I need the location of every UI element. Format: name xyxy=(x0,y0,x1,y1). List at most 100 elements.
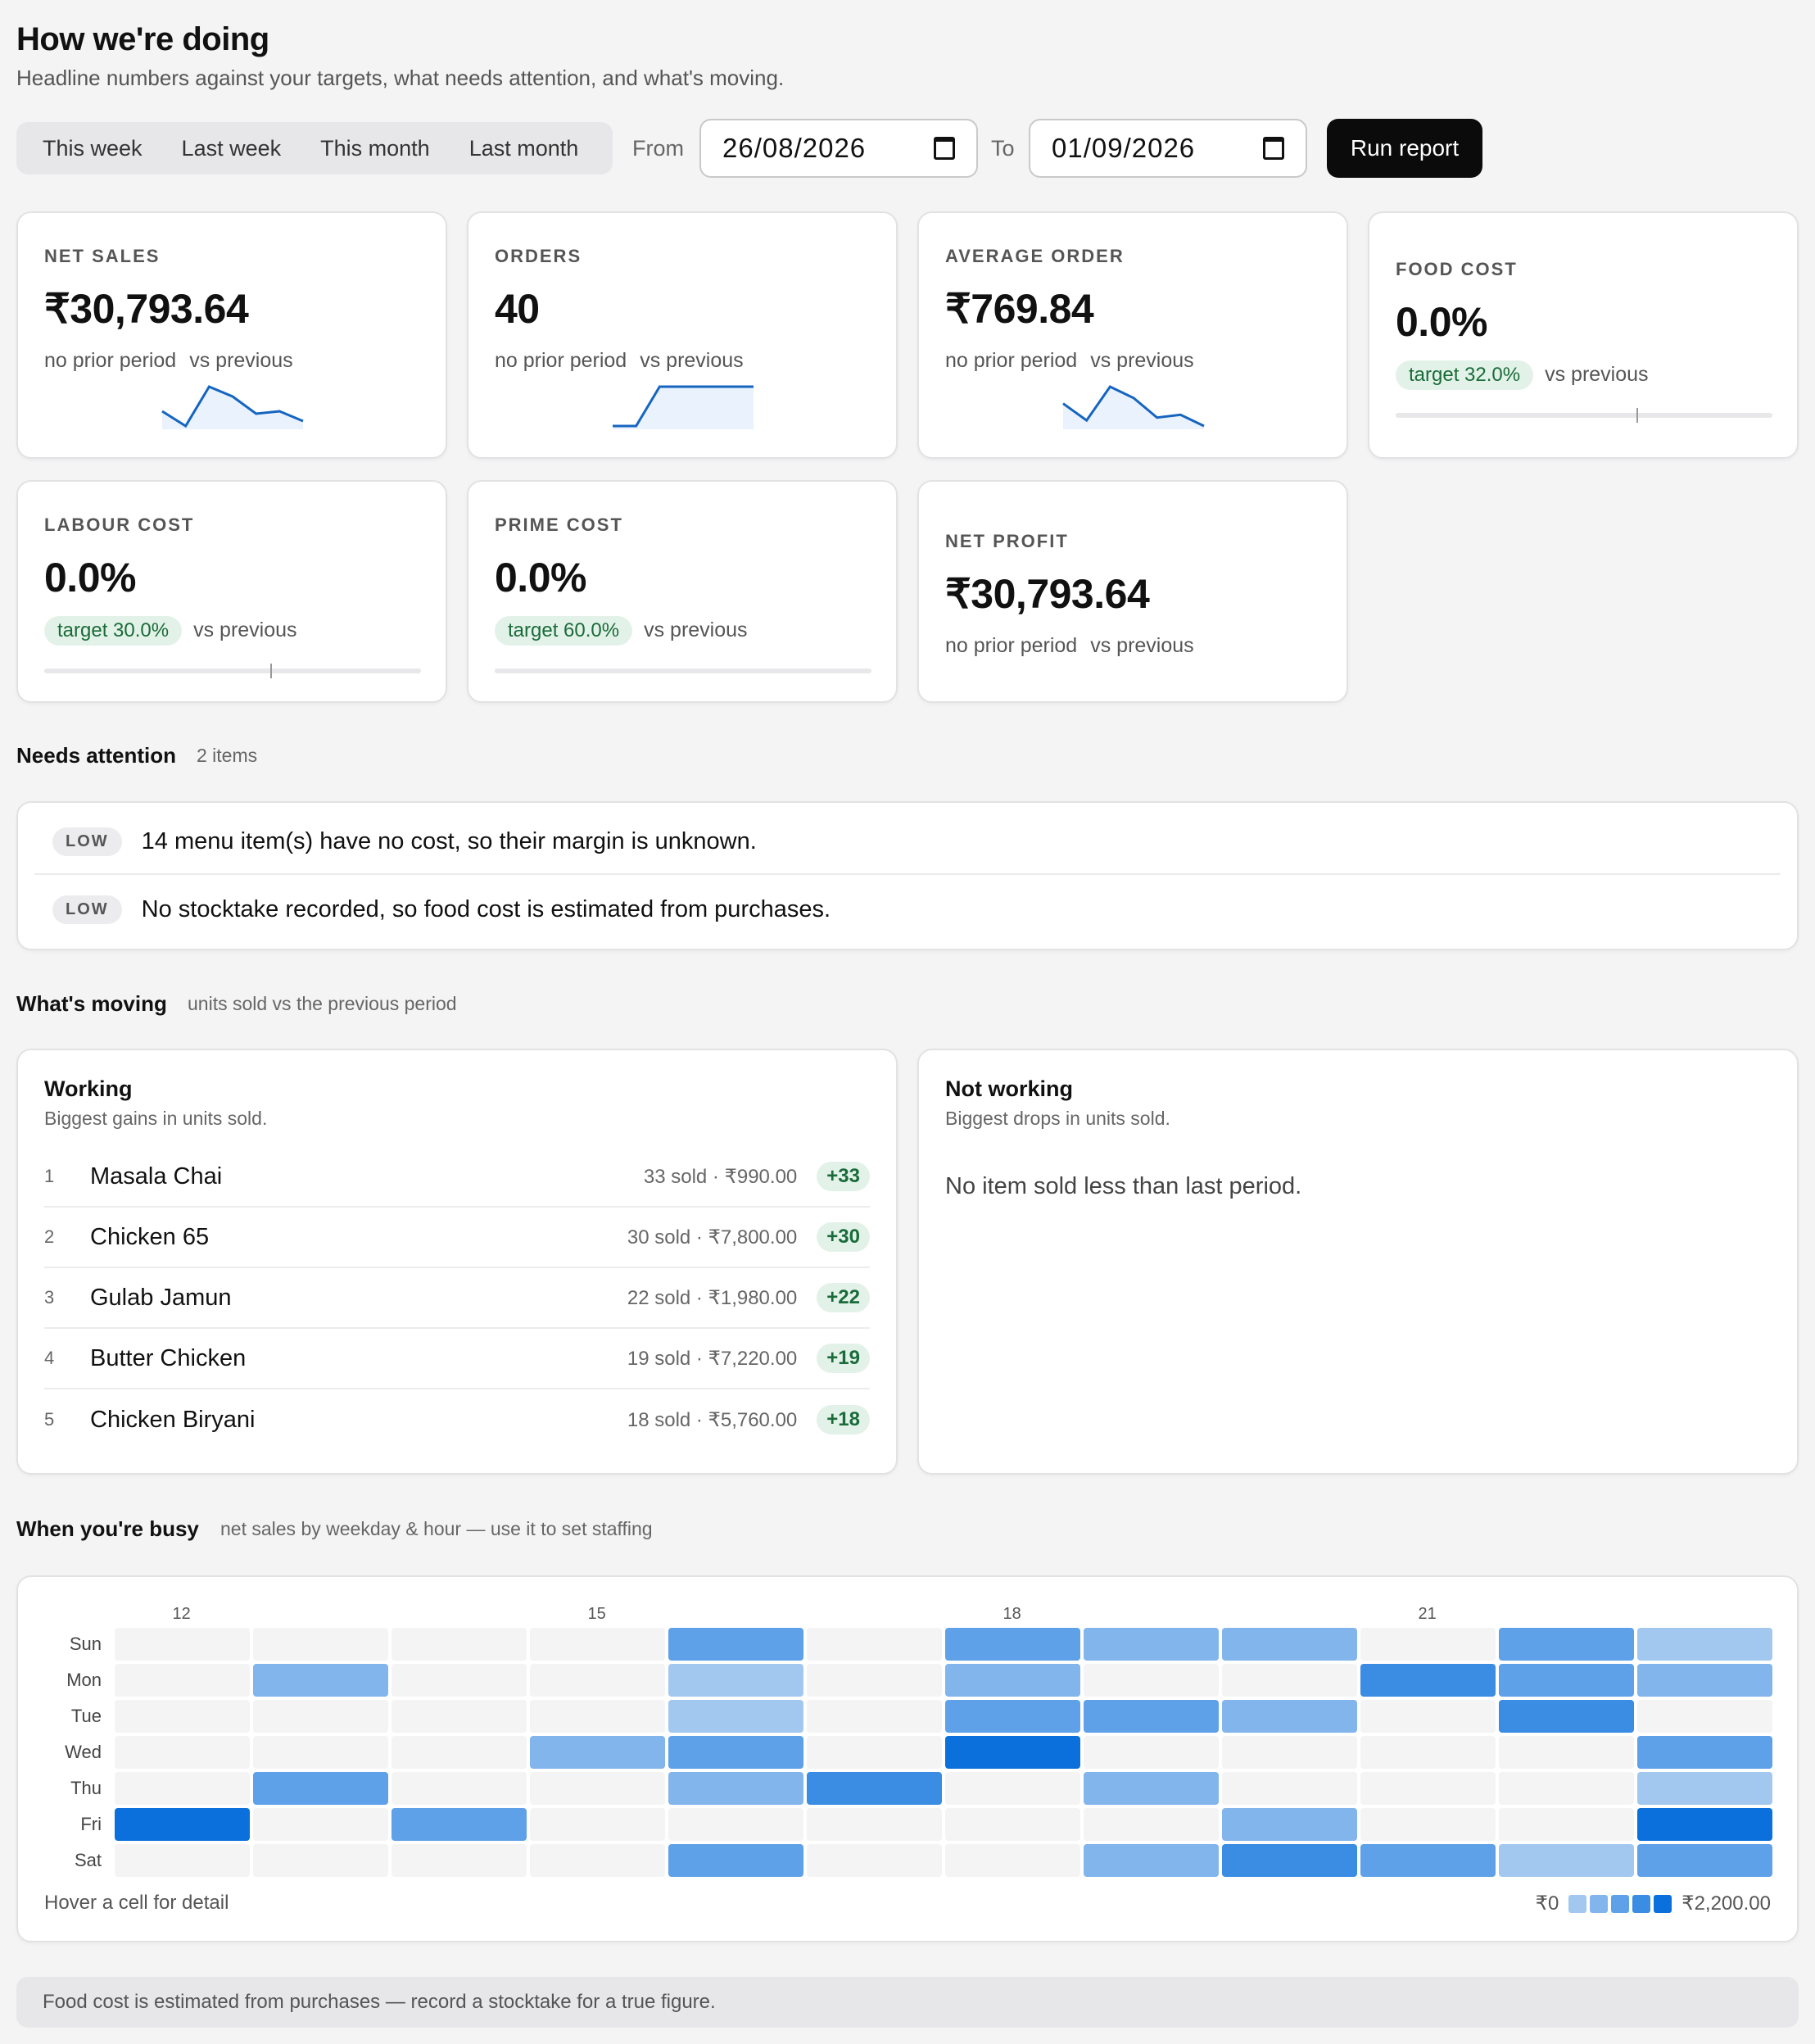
heatmap-cell[interactable] xyxy=(253,1808,388,1841)
heatmap-cell[interactable] xyxy=(1637,1628,1772,1661)
from-date-input[interactable]: 26/08/2026 xyxy=(699,119,978,178)
heatmap-cell[interactable] xyxy=(115,1808,250,1841)
heatmap-cell[interactable] xyxy=(115,1844,250,1877)
heatmap-cell[interactable] xyxy=(1499,1628,1634,1661)
heatmap-cell[interactable] xyxy=(253,1664,388,1697)
heatmap-cell[interactable] xyxy=(668,1700,803,1733)
heatmap-cell[interactable] xyxy=(253,1844,388,1877)
heatmap-cell[interactable] xyxy=(1499,1700,1634,1733)
list-item[interactable]: 2 Chicken 65 30 sold · ₹7,800.00 +30 xyxy=(44,1208,870,1268)
heatmap-cell[interactable] xyxy=(1222,1772,1357,1805)
heatmap-cell[interactable] xyxy=(1360,1664,1496,1697)
heatmap-cell[interactable] xyxy=(392,1700,527,1733)
heatmap-cell[interactable] xyxy=(1360,1628,1496,1661)
heatmap-cell[interactable] xyxy=(807,1808,942,1841)
heatmap-cell[interactable] xyxy=(807,1772,942,1805)
heatmap-cell[interactable] xyxy=(1360,1808,1496,1841)
heatmap-cell[interactable] xyxy=(392,1844,527,1877)
heatmap-cell[interactable] xyxy=(1360,1700,1496,1733)
heatmap-cell[interactable] xyxy=(945,1700,1080,1733)
heatmap-cell[interactable] xyxy=(392,1736,527,1769)
heatmap-cell[interactable] xyxy=(253,1700,388,1733)
heatmap-cell[interactable] xyxy=(1084,1664,1219,1697)
heatmap-cell[interactable] xyxy=(253,1628,388,1661)
heatmap-cell[interactable] xyxy=(530,1700,665,1733)
heatmap-cell[interactable] xyxy=(115,1772,250,1805)
heatmap-cell[interactable] xyxy=(807,1736,942,1769)
heatmap-cell[interactable] xyxy=(530,1772,665,1805)
heatmap-cell[interactable] xyxy=(115,1700,250,1733)
heatmap-cell[interactable] xyxy=(1499,1772,1634,1805)
heatmap-cell[interactable] xyxy=(1222,1808,1357,1841)
heatmap-cell[interactable] xyxy=(530,1628,665,1661)
heatmap-cell[interactable] xyxy=(1637,1844,1772,1877)
heatmap-cell[interactable] xyxy=(1084,1808,1219,1841)
heatmap-cell[interactable] xyxy=(1084,1628,1219,1661)
heatmap-cell[interactable] xyxy=(945,1664,1080,1697)
heatmap-cell[interactable] xyxy=(1084,1772,1219,1805)
heatmap-cell[interactable] xyxy=(530,1736,665,1769)
heatmap-cell[interactable] xyxy=(530,1808,665,1841)
heatmap-cell[interactable] xyxy=(807,1700,942,1733)
heatmap-cell[interactable] xyxy=(1499,1808,1634,1841)
heatmap-cell[interactable] xyxy=(253,1772,388,1805)
heatmap-cell[interactable] xyxy=(530,1664,665,1697)
heatmap-cell[interactable] xyxy=(668,1664,803,1697)
heatmap-cell[interactable] xyxy=(668,1736,803,1769)
calendar-icon[interactable] xyxy=(934,137,955,160)
list-item[interactable]: 3 Gulab Jamun 22 sold · ₹1,980.00 +22 xyxy=(44,1268,870,1329)
weekday-label: Sun xyxy=(69,1634,102,1654)
heatmap-cell[interactable] xyxy=(1222,1844,1357,1877)
heatmap-cell[interactable] xyxy=(392,1628,527,1661)
heatmap-cell[interactable] xyxy=(115,1664,250,1697)
heatmap-cell[interactable] xyxy=(1222,1736,1357,1769)
heatmap-cell[interactable] xyxy=(1222,1628,1357,1661)
period-last-month[interactable]: Last month xyxy=(450,127,599,170)
heatmap-cell[interactable] xyxy=(1360,1736,1496,1769)
heatmap-cell[interactable] xyxy=(945,1772,1080,1805)
period-last-week[interactable]: Last week xyxy=(162,127,301,170)
run-report-button[interactable]: Run report xyxy=(1327,119,1482,178)
period-this-month[interactable]: This month xyxy=(301,127,450,170)
to-date-input[interactable]: 01/09/2026 xyxy=(1029,119,1307,178)
heatmap-cell[interactable] xyxy=(1637,1772,1772,1805)
heatmap-cell[interactable] xyxy=(1222,1664,1357,1697)
calendar-icon[interactable] xyxy=(1263,137,1284,160)
heatmap-cell[interactable] xyxy=(1084,1844,1219,1877)
heatmap-cell[interactable] xyxy=(1084,1700,1219,1733)
heatmap-cell[interactable] xyxy=(1499,1844,1634,1877)
heatmap-cell[interactable] xyxy=(807,1628,942,1661)
heatmap-cell[interactable] xyxy=(1222,1700,1357,1733)
heatmap-cell[interactable] xyxy=(1499,1664,1634,1697)
heatmap-cell[interactable] xyxy=(807,1664,942,1697)
list-item[interactable]: 5 Chicken Biryani 18 sold · ₹5,760.00 +1… xyxy=(44,1389,870,1450)
heatmap-cell[interactable] xyxy=(1637,1808,1772,1841)
heatmap-cell[interactable] xyxy=(945,1628,1080,1661)
heatmap-cell[interactable] xyxy=(253,1736,388,1769)
heatmap-cell[interactable] xyxy=(668,1628,803,1661)
heatmap-cell[interactable] xyxy=(392,1664,527,1697)
list-item[interactable]: 4 Butter Chicken 19 sold · ₹7,220.00 +19 xyxy=(44,1329,870,1389)
heatmap-cell[interactable] xyxy=(668,1844,803,1877)
heatmap-cell[interactable] xyxy=(1360,1844,1496,1877)
heatmap-cell[interactable] xyxy=(392,1808,527,1841)
attention-list: LOW 14 menu item(s) have no cost, so the… xyxy=(16,801,1799,950)
list-item[interactable]: 1 Masala Chai 33 sold · ₹990.00 +33 xyxy=(44,1147,870,1208)
heatmap-cell[interactable] xyxy=(392,1772,527,1805)
heatmap-cell[interactable] xyxy=(1499,1736,1634,1769)
heatmap-cell[interactable] xyxy=(115,1628,250,1661)
heatmap-cell[interactable] xyxy=(1360,1772,1496,1805)
heatmap-cell[interactable] xyxy=(1637,1736,1772,1769)
heatmap-cell[interactable] xyxy=(1084,1736,1219,1769)
period-this-week[interactable]: This week xyxy=(23,127,162,170)
heatmap-cell[interactable] xyxy=(668,1808,803,1841)
heatmap-cell[interactable] xyxy=(945,1844,1080,1877)
heatmap-cell[interactable] xyxy=(807,1844,942,1877)
heatmap-cell[interactable] xyxy=(668,1772,803,1805)
heatmap-cell[interactable] xyxy=(530,1844,665,1877)
heatmap-cell[interactable] xyxy=(945,1808,1080,1841)
heatmap-cell[interactable] xyxy=(945,1736,1080,1769)
heatmap-cell[interactable] xyxy=(1637,1664,1772,1697)
heatmap-cell[interactable] xyxy=(1637,1700,1772,1733)
heatmap-cell[interactable] xyxy=(115,1736,250,1769)
